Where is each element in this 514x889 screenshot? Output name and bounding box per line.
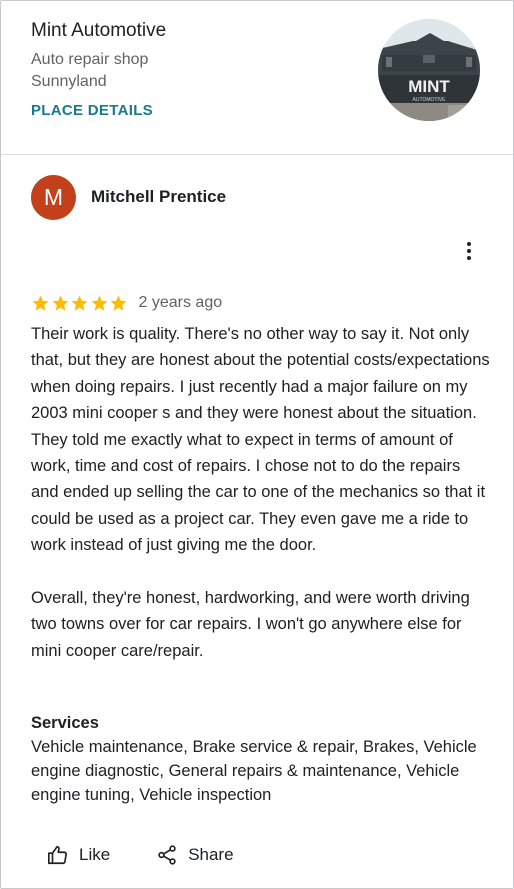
- place-category: Auto repair shop: [31, 51, 149, 68]
- avatar[interactable]: M: [31, 175, 76, 220]
- like-label: Like: [79, 845, 111, 864]
- review-time: 2 years ago: [138, 294, 223, 311]
- place-details-link[interactable]: PLACE DETAILS: [31, 102, 153, 119]
- review-card: Mint Automotive Auto repair shop Sunnyla…: [0, 0, 514, 889]
- review-text: Their work is quality. There's no other …: [31, 321, 491, 664]
- star-icon: [71, 295, 88, 311]
- photo-sign-subtext: AUTOMOTIVE: [413, 97, 447, 103]
- share-button[interactable]: Share: [140, 840, 249, 870]
- services-list: Vehicle maintenance, Brake service & rep…: [31, 738, 477, 804]
- photo-sign-text: MINT: [408, 77, 450, 96]
- services-section: Services Vehicle maintenance, Brake serv…: [31, 711, 491, 807]
- more-vert-icon[interactable]: [457, 239, 481, 263]
- place-location: Sunnyland: [31, 73, 107, 90]
- review-paragraph: Overall, they're honest, hardworking, an…: [31, 589, 470, 660]
- place-header: Mint Automotive Auto repair shop Sunnyla…: [1, 1, 513, 155]
- place-name: Mint Automotive: [31, 20, 167, 41]
- review-paragraph: Their work is quality. There's no other …: [31, 325, 490, 555]
- review-actions: Like Share: [31, 839, 264, 871]
- share-icon: [158, 845, 176, 865]
- reviewer-name[interactable]: Mitchell Prentice: [91, 187, 226, 207]
- rating-row: 2 years ago: [31, 292, 222, 314]
- place-photo[interactable]: MINT AUTOMOTIVE: [378, 19, 480, 121]
- star-icon: [91, 295, 107, 311]
- star-icon: [32, 295, 49, 311]
- thumb-up-icon: [48, 845, 68, 865]
- shop-photo-image: MINT AUTOMOTIVE: [378, 19, 480, 121]
- star-icon: [110, 295, 127, 311]
- share-label: Share: [188, 845, 234, 864]
- star-icon: [52, 295, 68, 311]
- star-rating: [31, 294, 129, 313]
- services-title: Services: [31, 714, 99, 732]
- like-button[interactable]: Like: [31, 840, 126, 870]
